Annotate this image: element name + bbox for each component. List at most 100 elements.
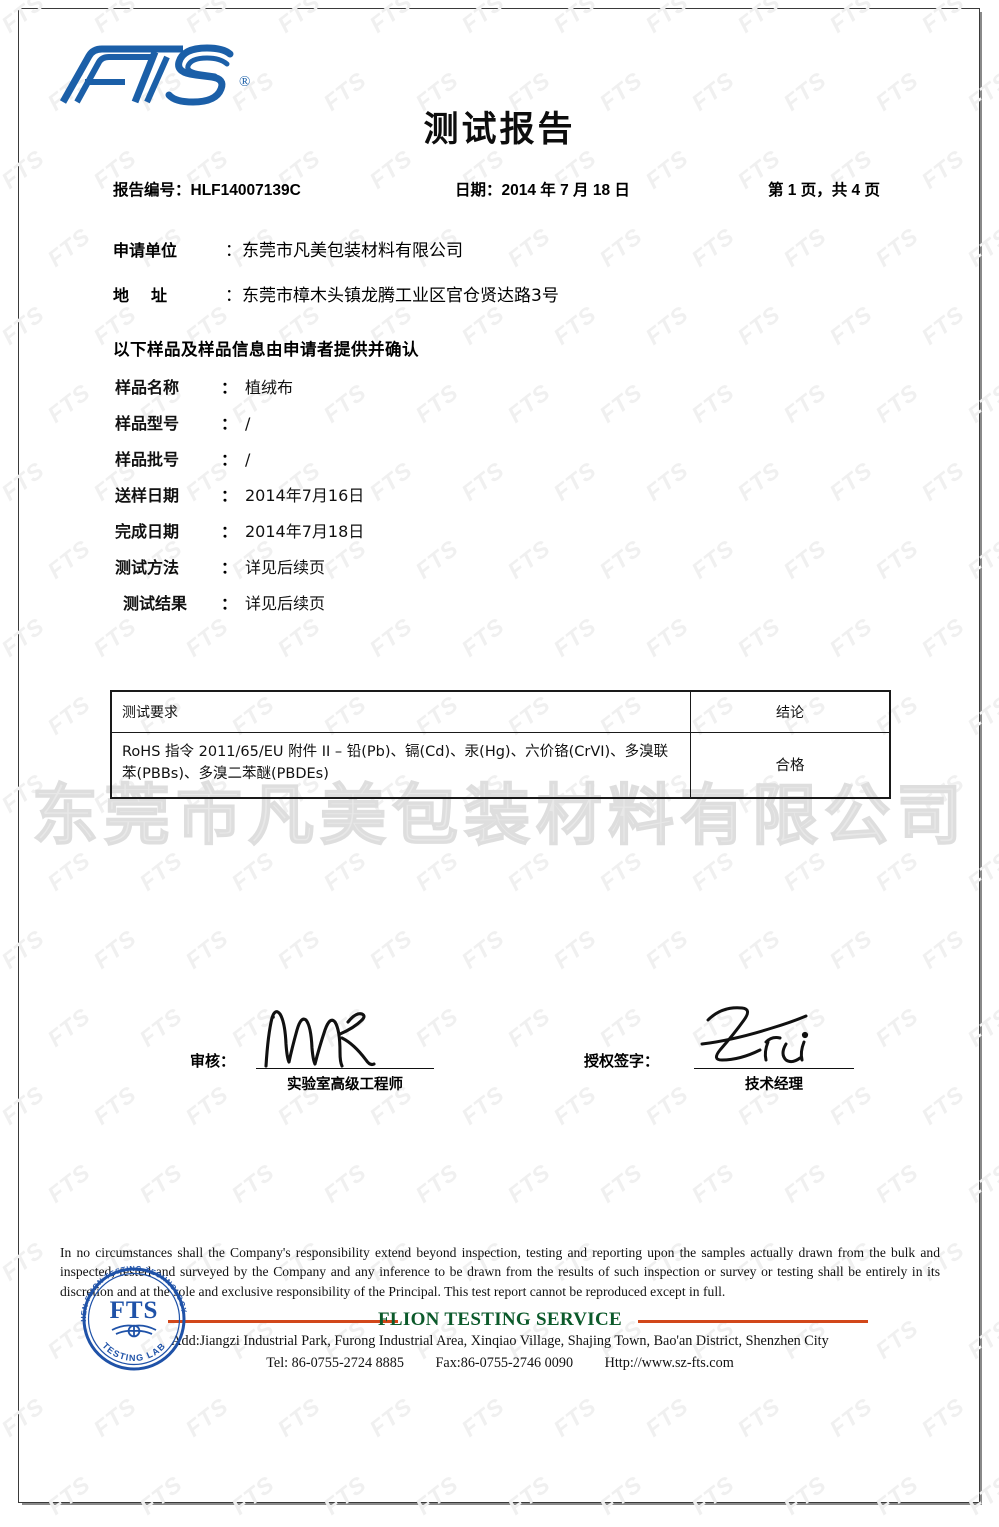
sample-info-row: 测试方法 ： 详见后续页 bbox=[115, 554, 815, 590]
watermark-text: FTS bbox=[0, 768, 50, 818]
watermark-text: FTS bbox=[0, 924, 50, 974]
watermark-text: FTS bbox=[916, 456, 970, 506]
review-role: 实验室高级工程师 bbox=[287, 1077, 403, 1093]
sample-info-value: 详见后续页 bbox=[245, 558, 326, 577]
sample-info-colon: ： bbox=[221, 380, 238, 397]
watermark-text: FTS bbox=[0, 0, 50, 38]
applicant-address-label: 地址 bbox=[113, 286, 190, 305]
watermark-text: FTS bbox=[0, 1470, 4, 1520]
watermark-text: FTS bbox=[180, 1392, 234, 1442]
page-title: 测试报告 bbox=[423, 110, 576, 150]
watermark-text: FTS bbox=[318, 1158, 372, 1208]
sample-info-colon: ： bbox=[221, 560, 238, 577]
watermark-text: FTS bbox=[594, 846, 648, 896]
sample-info-row: 测试结果 ： 详见后续页 bbox=[115, 590, 815, 626]
sample-info-label: 样品名称 bbox=[115, 378, 180, 397]
review-signature-line bbox=[256, 1068, 434, 1069]
watermark-text: FTS bbox=[0, 456, 50, 506]
watermark-text: FTS bbox=[0, 534, 4, 584]
sample-info-value: 2014年7月18日 bbox=[245, 522, 365, 541]
watermark-text: FTS bbox=[916, 924, 970, 974]
table-header-row: 测试要求 结论 bbox=[110, 690, 891, 733]
watermark-text: FTS bbox=[962, 222, 999, 272]
watermark-text: FTS bbox=[0, 1158, 4, 1208]
watermark-text: FTS bbox=[962, 1470, 999, 1520]
watermark-text: FTS bbox=[778, 846, 832, 896]
watermark-text: FTS bbox=[410, 846, 464, 896]
fts-logo: ® bbox=[55, 38, 255, 110]
table-row: RoHS 指令 2011/65/EU 附件 II – 铅(Pb)、镉(Cd)、汞… bbox=[110, 732, 891, 798]
watermark-text: FTS bbox=[916, 1392, 970, 1442]
report-header-row: 报告编号：HLF14007139C 日期：2014 年 7 月 18 日 第 1… bbox=[0, 178, 999, 202]
watermark-text: FTS bbox=[962, 1158, 999, 1208]
sample-info-value: 2014年7月16日 bbox=[245, 486, 365, 505]
footer-fax: Fax:86-0755-2746 0090 bbox=[435, 1355, 574, 1371]
lab-seal-stamp: SHENZHEN FLION TESTING TECHNOLOGY CO.,LT… bbox=[69, 1249, 196, 1378]
watermark-text: FTS bbox=[870, 1470, 924, 1520]
watermark-text: FTS bbox=[870, 846, 924, 896]
sample-info-label: 测试结果 bbox=[123, 594, 188, 613]
watermark-text: FTS bbox=[318, 1470, 372, 1520]
watermark-text: FTS bbox=[962, 846, 999, 896]
registered-trademark-icon: ® bbox=[239, 74, 251, 90]
watermark-text: FTS bbox=[778, 1158, 832, 1208]
watermark-text: FTS bbox=[502, 1470, 556, 1520]
column-header-conclusion: 结论 bbox=[690, 690, 891, 733]
watermark-text: FTS bbox=[916, 0, 970, 38]
watermark-text: FTS bbox=[824, 0, 878, 38]
watermark-text: FTS bbox=[686, 1158, 740, 1208]
watermark-text: FTS bbox=[916, 768, 970, 818]
watermark-text: FTS bbox=[272, 0, 326, 38]
watermark-text: FTS bbox=[0, 1236, 50, 1286]
watermark-text: FTS bbox=[686, 846, 740, 896]
watermark-text: FTS bbox=[42, 378, 96, 428]
watermark-text: FTS bbox=[962, 1314, 999, 1364]
authorized-signature-line bbox=[694, 1068, 854, 1069]
sample-info-row: 样品批号 ： / bbox=[115, 446, 815, 482]
watermark-text: FTS bbox=[0, 222, 4, 272]
column-header-requirement: 测试要求 bbox=[110, 690, 691, 733]
applicant-company-value: ：东莞市凡美包装材料有限公司 bbox=[225, 241, 463, 261]
watermark-text: FTS bbox=[134, 1158, 188, 1208]
watermark-text: FTS bbox=[778, 1470, 832, 1520]
applicant-address-row: 地址 ：东莞市樟木头镇龙腾工业区官仓贤达路3号 bbox=[113, 281, 913, 306]
sample-info-value: / bbox=[245, 450, 251, 469]
svg-text:TESTING LAB: TESTING LAB bbox=[100, 1340, 167, 1363]
signature-area: 审核： 实验室高级工程师 授权签字： 技术经理 bbox=[0, 1006, 999, 1110]
watermark-text: FTS bbox=[42, 534, 96, 584]
watermark-text: FTS bbox=[870, 534, 924, 584]
watermark-text: FTS bbox=[272, 924, 326, 974]
watermark-text: FTS bbox=[916, 612, 970, 662]
watermark-text: FTS bbox=[0, 1392, 50, 1442]
sample-info-colon: ： bbox=[221, 416, 238, 433]
watermark-text: FTS bbox=[824, 456, 878, 506]
applicant-company-row: 申请单位 ：东莞市凡美包装材料有限公司 bbox=[113, 236, 913, 261]
sample-info-row: 送样日期 ： 2014年7月16日 bbox=[115, 482, 815, 518]
watermark-text: FTS bbox=[180, 924, 234, 974]
watermark-text: FTS bbox=[640, 1392, 694, 1442]
footer-tel: Tel: 86-0755-2724 8885 bbox=[266, 1355, 404, 1371]
watermark-text: FTS bbox=[42, 1470, 96, 1520]
watermark-text: FTS bbox=[0, 846, 4, 896]
watermark-text: FTS bbox=[456, 924, 510, 974]
watermark-text: FTS bbox=[456, 0, 510, 38]
sample-info-colon: ： bbox=[221, 596, 238, 613]
watermark-text: FTS bbox=[318, 846, 372, 896]
watermark-text: FTS bbox=[824, 924, 878, 974]
sample-info-label: 样品批号 bbox=[115, 450, 180, 469]
sample-info-row: 样品名称 ： 植绒布 bbox=[115, 374, 815, 410]
test-result-table: 测试要求 结论 RoHS 指令 2011/65/EU 附件 II – 铅(Pb)… bbox=[110, 690, 891, 799]
watermark-text: FTS bbox=[134, 846, 188, 896]
watermark-text: FTS bbox=[502, 1158, 556, 1208]
watermark-text: FTS bbox=[0, 1314, 4, 1364]
authorized-role: 技术经理 bbox=[745, 1077, 803, 1093]
watermark-text: FTS bbox=[502, 846, 556, 896]
watermark-text: FTS bbox=[640, 924, 694, 974]
applicant-address-value: ：东莞市樟木头镇龙腾工业区官仓贤达路3号 bbox=[225, 286, 559, 306]
sample-confirmation-note: 以下样品及样品信息由申请者提供并确认 bbox=[113, 340, 419, 359]
watermark-text: FTS bbox=[686, 1470, 740, 1520]
watermark-text: FTS bbox=[364, 1392, 418, 1442]
watermark-text: FTS bbox=[732, 924, 786, 974]
watermark-text: FTS bbox=[0, 690, 4, 740]
sample-info-label: 送样日期 bbox=[115, 486, 180, 505]
